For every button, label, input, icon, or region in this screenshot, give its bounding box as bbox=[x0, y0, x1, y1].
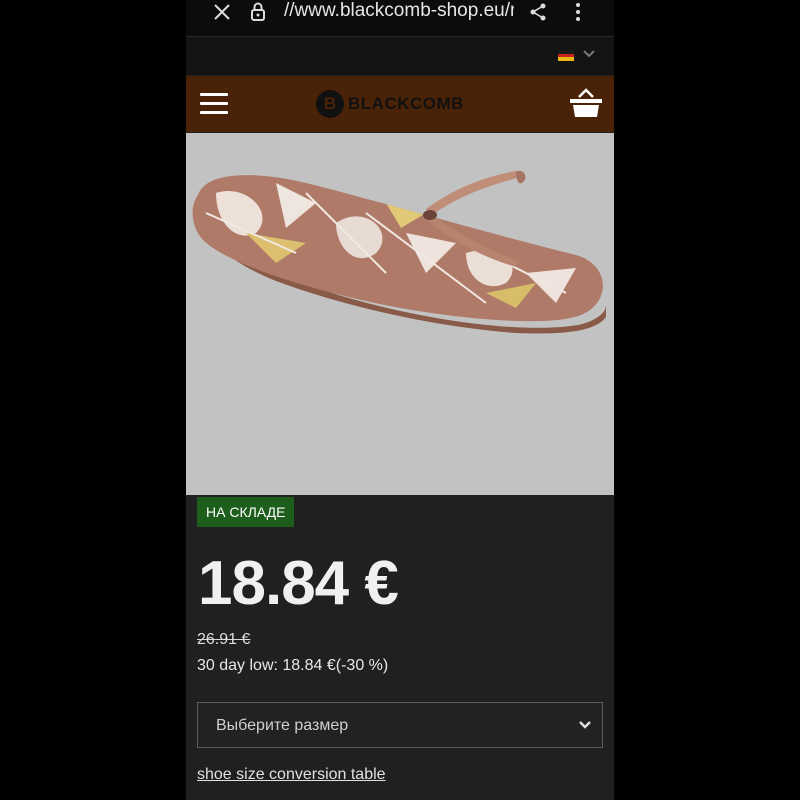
basket-icon[interactable] bbox=[568, 86, 604, 120]
more-vert-icon[interactable] bbox=[568, 0, 588, 24]
logo-mark: B bbox=[316, 90, 344, 118]
chevron-down-icon bbox=[578, 718, 592, 736]
hamburger-menu-icon[interactable] bbox=[200, 93, 228, 115]
lock-icon[interactable] bbox=[248, 0, 268, 24]
price: 18.84 € bbox=[198, 549, 399, 618]
flip-flop-sandal-image[interactable] bbox=[186, 133, 614, 495]
size-conversion-link[interactable]: shoe size conversion table bbox=[197, 766, 386, 784]
stock-badge: НА СКЛАДЕ bbox=[197, 497, 295, 527]
browser-toolbar: //www.blackcomb-shop.eu/r bbox=[186, 0, 614, 37]
logo-text: BLACKCOMB bbox=[348, 94, 464, 113]
size-select[interactable]: Выберите размер bbox=[197, 702, 603, 748]
phone-screen: //www.blackcomb-shop.eu/r B BLACKCOMB НА… bbox=[186, 0, 614, 800]
site-header: B BLACKCOMB bbox=[186, 76, 614, 132]
language-selector-row bbox=[186, 37, 614, 75]
thirty-day-low-price: 30 day low: 18.84 €(-30 %) bbox=[197, 657, 389, 674]
close-icon[interactable] bbox=[210, 0, 234, 24]
germany-flag-icon[interactable] bbox=[558, 50, 574, 61]
share-icon[interactable] bbox=[526, 0, 550, 24]
size-select-placeholder: Выберите размер bbox=[216, 717, 349, 734]
old-price: 26.91 € bbox=[197, 631, 251, 648]
site-logo[interactable]: B BLACKCOMB bbox=[316, 89, 464, 119]
address-bar-url[interactable]: //www.blackcomb-shop.eu/r bbox=[284, 0, 514, 24]
chevron-down-icon[interactable] bbox=[582, 47, 596, 66]
